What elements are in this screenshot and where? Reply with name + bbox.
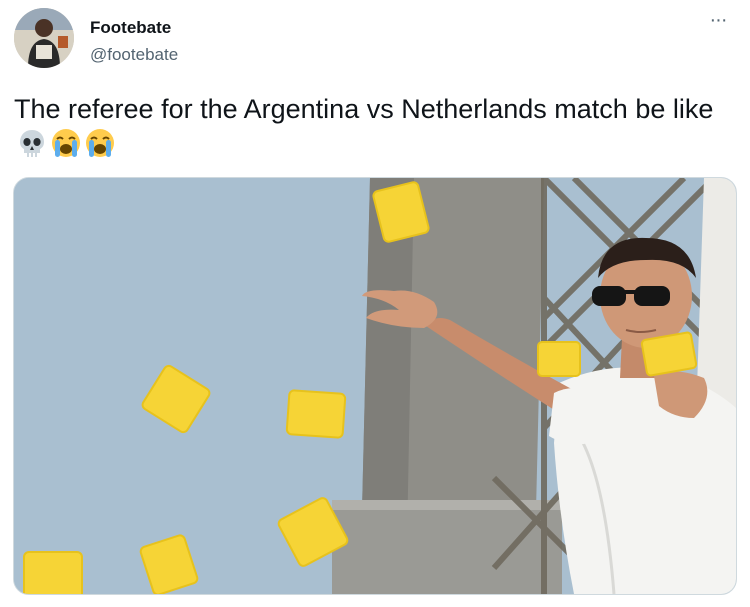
- meme-photo: [14, 178, 736, 594]
- loudly-crying-face-icon: [86, 129, 114, 157]
- loudly-crying-face-icon: [52, 129, 80, 157]
- tweet-text-body: The referee for the Argentina vs Netherl…: [14, 94, 714, 124]
- author-handle[interactable]: @footebate: [90, 45, 178, 65]
- tweet: Footebate @footebate ··· The referee for…: [0, 0, 750, 607]
- author-name[interactable]: Footebate: [90, 18, 171, 38]
- tweet-header: Footebate @footebate ···: [14, 8, 736, 72]
- more-options-icon[interactable]: ···: [704, 10, 732, 34]
- skull-emoji-icon: [20, 130, 44, 157]
- tweet-media-image[interactable]: [13, 177, 737, 595]
- tweet-text: The referee for the Argentina vs Netherl…: [14, 92, 734, 160]
- avatar[interactable]: [14, 8, 74, 68]
